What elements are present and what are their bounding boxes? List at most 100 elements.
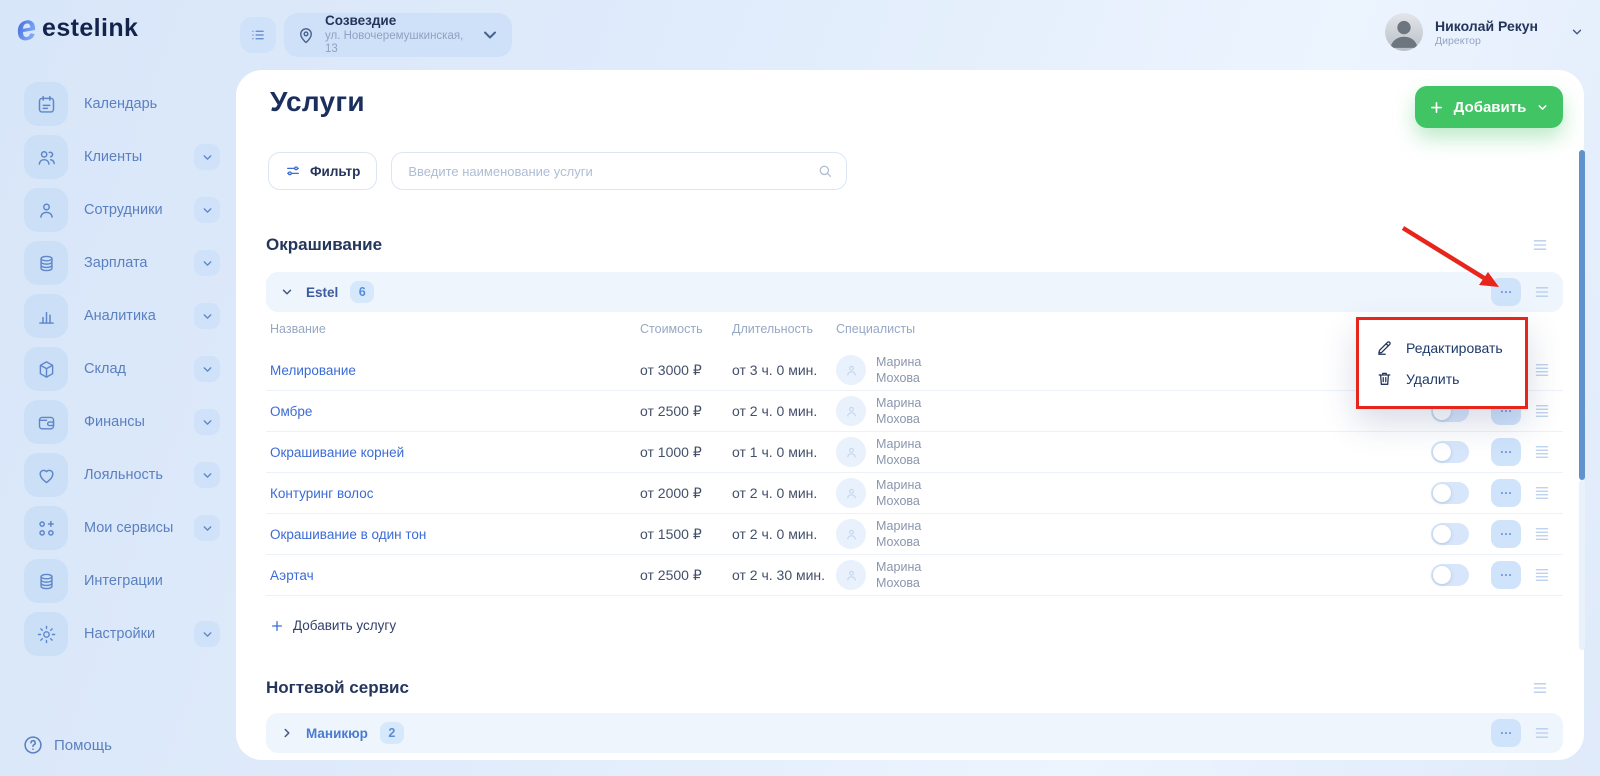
sidebar-item-label: Аналитика [84,308,156,324]
location-selector[interactable]: Созвездие ул. Новочеремушкинская, 13 [284,13,512,57]
chevron-down-icon [280,285,294,299]
person-photo-icon [1385,13,1423,51]
sidebar-item-warehouse[interactable]: Склад [24,347,220,391]
chevron-down-icon[interactable] [194,621,220,647]
drag-handle-icon[interactable] [1533,568,1551,582]
scrollbar-thumb[interactable] [1579,150,1585,480]
toggle-knob [1433,484,1451,502]
row-more-button[interactable] [1491,561,1521,589]
chevron-down-icon[interactable] [194,250,220,276]
chevron-right-icon [280,726,294,740]
service-group-manicure[interactable]: Маникюр 2 [266,713,1563,753]
drag-handle-icon[interactable] [1533,527,1551,541]
specialist-cell: Марина Мохова [836,395,940,428]
chevron-down-icon[interactable] [194,409,220,435]
context-menu-item-edit[interactable]: Редактировать [1359,332,1525,363]
table-row: Аэртачот 2500 ₽от 2 ч. 30 мин.Марина Мох… [266,555,1563,596]
drag-handle-icon[interactable] [1533,404,1551,418]
chevron-down-icon[interactable] [194,197,220,223]
sidebar-item-salary[interactable]: Зарплата [24,241,220,285]
sidebar-toggle-icon [249,26,267,44]
sidebar-item-label: Мои сервисы [84,520,173,536]
user-role: Директор [1435,35,1538,47]
sidebar-item-loyalty[interactable]: Лояльность [24,453,220,497]
more-dots-icon [1499,285,1513,299]
chevron-down-icon[interactable] [194,515,220,541]
service-active-toggle[interactable] [1431,523,1469,545]
chevron-down-icon[interactable] [194,303,220,329]
drag-handle-icon[interactable] [1533,726,1551,740]
service-active-toggle[interactable] [1431,482,1469,504]
service-name-link[interactable]: Окрашивание корней [270,445,622,460]
service-name-link[interactable]: Окрашивание в один тон [270,527,622,542]
group-name: Маникюр [306,726,368,741]
row-context-menu: РедактироватьУдалить [1356,317,1528,409]
more-dots-icon [1499,445,1513,459]
search-input[interactable] [391,152,847,190]
person-icon [844,404,859,419]
service-active-toggle[interactable] [1431,564,1469,586]
section-header-coloring: Окрашивание [266,234,1563,256]
sidebar-item-analytics[interactable]: Аналитика [24,294,220,338]
heart-icon [24,453,68,497]
person-icon [844,568,859,583]
table-row: Окрашивание в один тонот 1500 ₽от 2 ч. 0… [266,514,1563,555]
sidebar-item-integrations[interactable]: Интеграции [24,559,220,603]
add-service-link[interactable]: Добавить услугу [270,618,396,633]
context-menu-item-delete[interactable]: Удалить [1359,363,1525,394]
clients-icon [24,135,68,179]
service-price: от 2500 ₽ [622,403,732,420]
sidebar-item-clients[interactable]: Клиенты [24,135,220,179]
add-service-label: Добавить услугу [293,618,396,633]
estelink-e-icon: e [13,9,39,48]
group-more-button[interactable] [1491,278,1521,306]
service-name-link[interactable]: Контуринг волос [270,486,622,501]
drag-handle-icon[interactable] [1531,238,1549,252]
service-name-link[interactable]: Омбре [270,404,622,419]
chevron-down-icon [480,25,500,45]
drag-handle-icon[interactable] [1531,681,1549,695]
sidebar-item-calendar[interactable]: Календарь [24,82,220,126]
sidebar-item-my-services[interactable]: Мои сервисы [24,506,220,550]
specialist-name: Марина Мохова [876,436,940,469]
apps-plus-icon [24,506,68,550]
drag-handle-icon[interactable] [1533,445,1551,459]
drag-handle-icon[interactable] [1533,486,1551,500]
filter-button[interactable]: Фильтр [268,152,377,190]
chevron-down-icon[interactable] [194,356,220,382]
row-more-button[interactable] [1491,520,1521,548]
toggle-knob [1433,525,1451,543]
row-more-button[interactable] [1491,438,1521,466]
chevron-down-icon[interactable] [194,462,220,488]
drag-handle-icon[interactable] [1533,363,1551,377]
gear-icon [24,612,68,656]
service-name-link[interactable]: Аэртач [270,568,622,583]
service-active-toggle[interactable] [1431,441,1469,463]
sidebar-item-label: Сотрудники [84,202,163,218]
column-name: Название [270,322,622,336]
plus-icon [1429,100,1444,115]
location-name: Созвездие [325,13,471,30]
specialist-cell: Марина Мохова [836,354,940,387]
service-group-estel[interactable]: Estel 6 [266,272,1563,312]
chevron-down-icon[interactable] [1564,19,1590,45]
drag-handle-icon[interactable] [1533,285,1551,299]
sidebar-item-label: Склад [84,361,126,377]
row-more-button[interactable] [1491,479,1521,507]
sidebar-item-label: Клиенты [84,149,142,165]
sidebar-nav: Календарь Клиенты Сотрудники Зарплата Аналит… [24,82,236,656]
add-button[interactable]: Добавить [1415,86,1563,128]
sidebar-item-settings[interactable]: Настройки [24,612,220,656]
service-duration: от 1 ч. 0 мин. [732,444,836,460]
service-name-link[interactable]: Мелирование [270,363,622,378]
specialist-avatar [836,396,866,426]
sidebar-item-finance[interactable]: Финансы [24,400,220,444]
chevron-down-icon[interactable] [194,144,220,170]
sidebar-item-employees[interactable]: Сотрудники [24,188,220,232]
specialist-name: Марина Мохова [876,477,940,510]
group-more-button[interactable] [1491,719,1521,747]
user-menu[interactable]: Николай Рекун Директор [1385,13,1590,51]
service-duration: от 2 ч. 0 мин. [732,403,836,419]
sidebar-item-help[interactable]: Помощь [22,734,112,756]
sidebar-toggle-button[interactable] [240,17,276,53]
